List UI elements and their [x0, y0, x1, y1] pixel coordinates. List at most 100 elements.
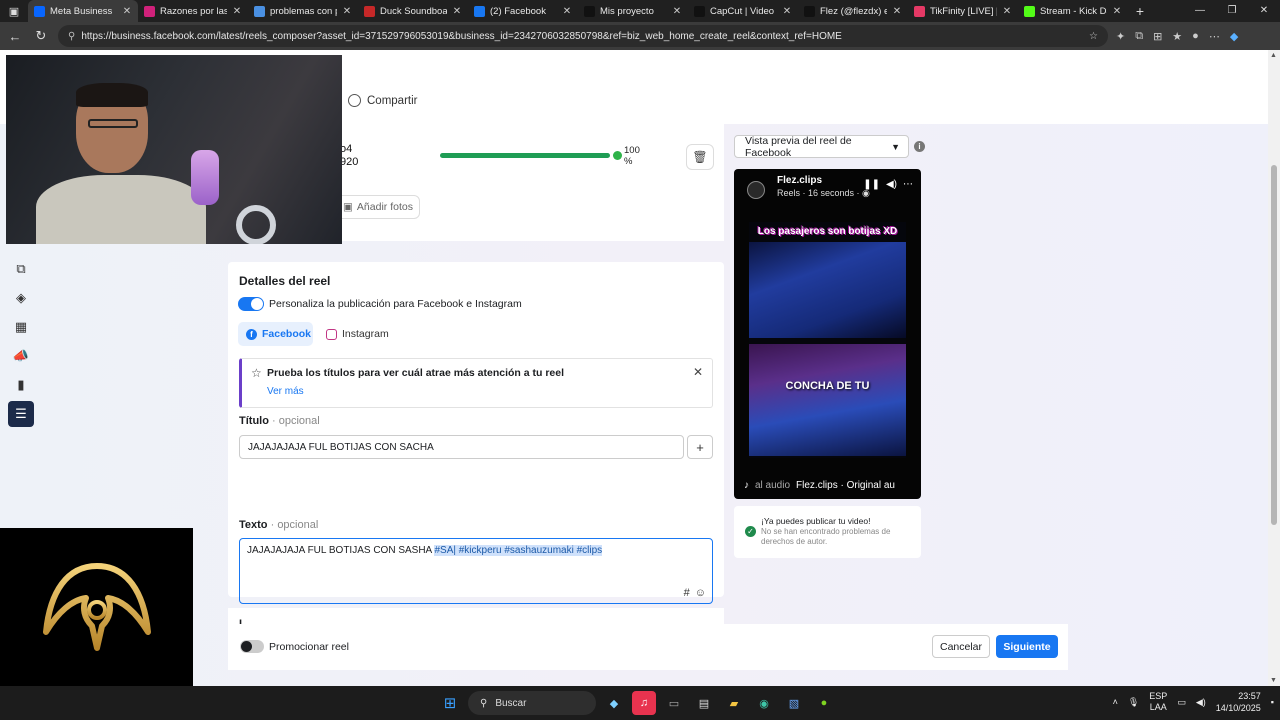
share-radio[interactable]	[348, 94, 361, 107]
trash-icon: 🗑	[692, 150, 708, 164]
music-app-icon[interactable]: ♫	[632, 691, 656, 715]
nav-engagement-icon[interactable]: ◈	[8, 285, 34, 311]
tab-facebook[interactable]: f Facebook	[238, 322, 313, 346]
scroll-down-icon[interactable]: ▼	[1270, 677, 1277, 684]
puzzle-icon[interactable]: ⧉	[1135, 30, 1143, 43]
details-title: Detalles del reel	[239, 274, 331, 288]
browser-tab-strip: ▣ Meta Business✕Razones por las qu✕probl…	[0, 0, 1280, 22]
delete-video-button[interactable]: 🗑	[686, 144, 714, 170]
maximize-icon[interactable]: ❐	[1216, 0, 1248, 22]
browser-tab-title: Flez (@flezdx) está	[820, 5, 887, 17]
preview-video[interactable]: Los pasajeros son botijas XD CONCHA DE T…	[749, 222, 906, 458]
nav-content-icon[interactable]: ⧉	[8, 256, 34, 282]
minimize-icon[interactable]: —	[1184, 0, 1216, 22]
browser-tab[interactable]: Razones por las qu ✕	[138, 0, 248, 22]
preview-select[interactable]: Vista previa del reel de Facebook ▼	[734, 134, 909, 159]
close-tab-icon[interactable]: ✕	[1002, 6, 1012, 17]
tray-chevron-icon[interactable]: ˄	[1113, 697, 1118, 707]
promote-toggle[interactable]	[240, 640, 264, 653]
tab-instagram-label: Instagram	[342, 328, 389, 340]
browser-tab[interactable]: CapCut | Video Edi ✕	[688, 0, 798, 22]
description-textarea[interactable]: JAJAJAJAJA FUL BOTIJAS CON SASHA #SA| #k…	[239, 538, 713, 604]
scrollbar-thumb[interactable]	[1271, 165, 1277, 525]
window-controls: — ❐ ✕	[1184, 0, 1280, 22]
explorer-app-icon[interactable]: ▰	[722, 691, 746, 715]
streaming-app-icon[interactable]: ●	[812, 691, 836, 715]
info-icon[interactable]: i	[914, 141, 925, 152]
edge-app-icon[interactable]: ◉	[752, 691, 776, 715]
tab-instagram[interactable]: Instagram	[326, 322, 389, 346]
mic-icon[interactable]: 🎙	[1128, 697, 1139, 708]
browser-tab[interactable]: problemas con poli ✕	[248, 0, 358, 22]
instagram-icon	[326, 328, 337, 340]
add-photos-button[interactable]: ▣ Añadir fotos	[334, 195, 420, 219]
language-indicator[interactable]: ESP LAA	[1149, 691, 1167, 713]
clock[interactable]: 23:57 14/10/2025	[1216, 690, 1261, 714]
see-more-link[interactable]: Ver más	[267, 386, 304, 397]
close-tab-icon[interactable]: ✕	[122, 6, 132, 17]
copilot-app-icon[interactable]: ◆	[602, 691, 626, 715]
store-app-icon[interactable]: ▤	[692, 691, 716, 715]
close-tab-icon[interactable]: ✕	[1112, 6, 1122, 17]
close-icon[interactable]: ✕	[693, 365, 703, 379]
more-options-icon[interactable]: ⋯	[903, 179, 913, 190]
photos-app-icon[interactable]: ▧	[782, 691, 806, 715]
nav-menu-icon[interactable]: ☰	[8, 401, 34, 427]
plus-icon: +	[696, 439, 704, 455]
browser-tab[interactable]: TikFinity [LIVE] [1 V ✕	[908, 0, 1018, 22]
preview-select-label: Vista previa del reel de Facebook	[745, 134, 852, 159]
copilot-icon[interactable]: ◆	[1230, 30, 1238, 43]
bookmark-star-icon[interactable]: ☆	[1089, 31, 1098, 42]
close-window-icon[interactable]: ✕	[1248, 0, 1280, 22]
terminal-app-icon[interactable]: ▭	[662, 691, 686, 715]
emoji-icon[interactable]: ☺	[695, 587, 706, 599]
scroll-up-icon[interactable]: ▲	[1270, 52, 1277, 59]
browser-tab[interactable]: Flez (@flezdx) está ✕	[798, 0, 908, 22]
browser-tab[interactable]: Duck Soundboard - ✕	[358, 0, 468, 22]
personalize-toggle[interactable]	[238, 297, 264, 311]
site-info-icon[interactable]: ⚲	[68, 31, 75, 42]
nav-ads-icon[interactable]: 📣	[8, 343, 34, 369]
browser-tab[interactable]: Mis proyecto ✕	[578, 0, 688, 22]
taskbar-search[interactable]: ⚲ Buscar	[468, 691, 596, 715]
share-step[interactable]: Compartir	[348, 94, 417, 107]
hashtag-icon[interactable]: #	[684, 587, 690, 599]
close-tab-icon[interactable]: ✕	[892, 6, 902, 17]
back-icon[interactable]: ←	[6, 29, 24, 44]
close-tab-icon[interactable]: ✕	[342, 6, 352, 17]
add-title-button[interactable]: +	[687, 435, 713, 459]
profile-avatar[interactable]: ●	[1192, 30, 1199, 43]
page-scrollbar[interactable]: ▲ ▼	[1268, 50, 1280, 686]
close-tab-icon[interactable]: ✕	[562, 6, 572, 17]
close-tab-icon[interactable]: ✕	[782, 6, 792, 17]
new-tab-button[interactable]: +	[1128, 3, 1152, 19]
more-menu-icon[interactable]: ⋯	[1209, 30, 1220, 43]
article-icon	[144, 5, 155, 17]
nav-insights-icon[interactable]: ▮	[8, 372, 34, 398]
volume-tray-icon[interactable]: ◀)	[1196, 697, 1206, 708]
close-tab-icon[interactable]: ✕	[232, 6, 242, 17]
extension-icon[interactable]: ✦	[1116, 30, 1125, 43]
close-tab-icon[interactable]: ✕	[672, 6, 682, 17]
split-screen-icon[interactable]: ⊞	[1153, 30, 1162, 43]
reload-icon[interactable]: ↻	[32, 28, 50, 44]
volume-icon[interactable]: ◀)	[886, 179, 897, 190]
network-icon[interactable]: ▭	[1177, 697, 1186, 708]
upload-complete-icon	[613, 151, 622, 160]
window-menu-icon[interactable]: ▣	[0, 0, 28, 22]
favorites-icon[interactable]: ★	[1172, 30, 1182, 43]
browser-tab[interactable]: Stream - Kick Dashb ✕	[1018, 0, 1128, 22]
start-icon[interactable]: ⊞	[438, 691, 462, 715]
close-tab-icon[interactable]: ✕	[452, 6, 462, 17]
title-input[interactable]: JAJAJAJAJA FUL BOTIJAS CON SACHA	[239, 435, 684, 459]
browser-tab[interactable]: Meta Business ✕	[28, 0, 138, 22]
microphone	[191, 150, 219, 205]
browser-tab[interactable]: (2) Facebook ✕	[468, 0, 578, 22]
url-field[interactable]: ⚲ https://business.facebook.com/latest/r…	[58, 25, 1108, 47]
pause-icon[interactable]: ❚❚	[863, 179, 880, 190]
nav-planner-icon[interactable]: ▦	[8, 314, 34, 340]
notification-icon[interactable]: ▪	[1271, 697, 1274, 707]
cancel-button[interactable]: Cancelar	[932, 635, 990, 658]
next-button[interactable]: Siguiente	[996, 635, 1058, 658]
file-name-line2: 920	[340, 156, 359, 168]
